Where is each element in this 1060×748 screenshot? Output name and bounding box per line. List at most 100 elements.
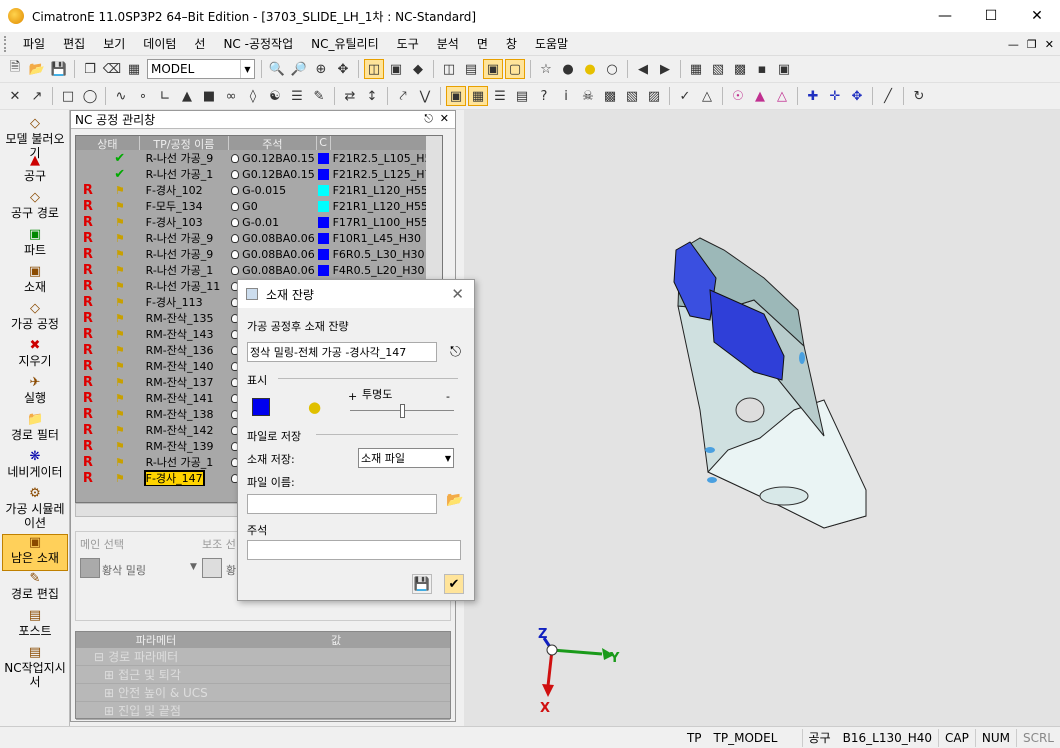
milling-type-icon[interactable] bbox=[80, 558, 100, 578]
view-cube-icon[interactable]: ◫ bbox=[364, 59, 384, 79]
menu-nc-utility[interactable]: NC_유틸리티 bbox=[302, 35, 388, 52]
mdi-close-icon[interactable]: ✕ bbox=[1045, 38, 1054, 51]
highlight-icon[interactable]: ▢ bbox=[505, 59, 525, 79]
group-filter-icon[interactable]: ☰ bbox=[287, 86, 307, 106]
zoom-icon[interactable]: ⊕ bbox=[311, 59, 331, 79]
axis-icon[interactable]: ✚ bbox=[803, 86, 823, 106]
col-status[interactable]: 상태 bbox=[76, 136, 140, 151]
bulb-yellow-icon[interactable]: ● bbox=[308, 398, 321, 416]
pick-icon[interactable]: ✕ bbox=[5, 86, 25, 106]
surface-icon[interactable]: ☉ bbox=[728, 86, 748, 106]
table-row[interactable]: R ⚑ F-경사_102 G-0.015 F21R1_L120_H55 bbox=[76, 182, 442, 198]
close-icon[interactable]: ✕ bbox=[440, 112, 449, 125]
graphics-viewport[interactable]: Z Y X bbox=[464, 110, 1060, 726]
back-arrow-icon[interactable]: ◀ bbox=[633, 59, 653, 79]
pin-icon[interactable]: ⎋ bbox=[424, 112, 433, 126]
param-row[interactable]: ⊞ 진입 및 끝점 bbox=[76, 702, 450, 720]
menu-window[interactable]: 창 bbox=[497, 35, 526, 52]
param-row[interactable]: ⊞ 안전 높이 & UCS bbox=[76, 684, 450, 702]
select-box-icon[interactable]: □ bbox=[58, 86, 78, 106]
guide-remaining-stock[interactable]: ▣ 남은 소재 bbox=[2, 534, 68, 571]
solid-alt-icon[interactable]: △ bbox=[772, 86, 792, 106]
guide-model-load[interactable]: ◇ 모델 불러오기 bbox=[2, 116, 68, 160]
render-mode-icon[interactable]: ◆ bbox=[408, 59, 428, 79]
chevron-down-icon[interactable]: ▼ bbox=[445, 454, 451, 463]
menu-edit[interactable]: 편집 bbox=[54, 35, 94, 52]
layer-icon[interactable]: ▤ bbox=[461, 59, 481, 79]
shape-icon[interactable]: △ bbox=[697, 86, 717, 106]
col-color[interactable]: C bbox=[317, 136, 331, 150]
check-model-icon[interactable]: ✓ bbox=[675, 86, 695, 106]
contour-filter-icon[interactable]: ◊ bbox=[243, 86, 263, 106]
exit-icon[interactable]: ✔ bbox=[444, 574, 464, 594]
guide-part[interactable]: ▣ 파트 bbox=[2, 227, 68, 264]
info-icon[interactable]: i bbox=[556, 86, 576, 106]
pan-icon[interactable]: ✥ bbox=[333, 59, 353, 79]
guide-toolpath[interactable]: ◇ 공구 경로 bbox=[2, 190, 68, 227]
open-folder-icon[interactable]: 📂 bbox=[27, 59, 47, 79]
sub-select-value[interactable]: 황 bbox=[226, 562, 236, 578]
transparency-slider-thumb[interactable] bbox=[400, 404, 405, 418]
table-row[interactable]: R ⚑ R-나선 가공_9 G0.08BA0.06 F6R0.5_L30_H30 bbox=[76, 246, 442, 262]
loop-filter-icon[interactable]: ∞ bbox=[221, 86, 241, 106]
save-icon[interactable]: 💾 bbox=[412, 574, 432, 594]
zoom-window-icon[interactable]: 🔎 bbox=[289, 59, 309, 79]
rotate-icon[interactable]: ↻ bbox=[909, 86, 929, 106]
face-filter-icon[interactable]: ▲ bbox=[177, 86, 197, 106]
ucs-icon[interactable]: ✛ bbox=[825, 86, 845, 106]
guide-delete[interactable]: ✖ 지우기 bbox=[2, 338, 68, 375]
list-icon[interactable]: ☰ bbox=[490, 86, 510, 106]
help-icon[interactable]: ? bbox=[534, 86, 554, 106]
point-filter-icon[interactable]: ∘ bbox=[133, 86, 153, 106]
solid-icon[interactable]: ▲ bbox=[750, 86, 770, 106]
sketch-filter-icon[interactable]: ✎ bbox=[309, 86, 329, 106]
model-combo[interactable]: MODEL ▼ bbox=[147, 59, 255, 79]
guide-nc-sheet[interactable]: ▤ NC작업지시서 bbox=[2, 645, 68, 689]
maximize-button[interactable]: ☐ bbox=[968, 0, 1014, 32]
tool-ncf-icon[interactable]: ☠ bbox=[578, 86, 598, 106]
model-icon[interactable]: ▦ bbox=[124, 59, 144, 79]
display-icon[interactable]: ▣ bbox=[483, 59, 503, 79]
measure-icon[interactable]: ▧ bbox=[708, 59, 728, 79]
table-row[interactable]: ✔ R-나선 가공_9 G0.12BA0.15 F21R2.5_L105_H55 bbox=[76, 150, 442, 166]
body-filter-icon[interactable]: ■ bbox=[199, 86, 219, 106]
close-button[interactable]: ✕ bbox=[1014, 0, 1060, 32]
stock-save-select[interactable]: 소재 파일 ▼ bbox=[358, 448, 454, 468]
param-row[interactable]: ⊞ 접근 및 퇴각 bbox=[76, 666, 450, 684]
dialog-title-bar[interactable]: 소재 잔량 ✕ bbox=[238, 280, 474, 308]
menu-help[interactable]: 도움말 bbox=[526, 35, 577, 52]
line-tool-icon[interactable]: ╱ bbox=[878, 86, 898, 106]
report-icon[interactable]: ▤ bbox=[512, 86, 532, 106]
filename-input[interactable] bbox=[247, 494, 437, 514]
guide-stock[interactable]: ▣ 소재 bbox=[2, 264, 68, 301]
menu-analysis[interactable]: 분석 bbox=[428, 35, 468, 52]
guide-procedure[interactable]: ◇ 가공 공정 bbox=[2, 301, 68, 338]
table-row[interactable]: R ⚑ F-경사_103 G-0.01 F17R1_L100_H55 bbox=[76, 214, 442, 230]
col-comment[interactable]: 주석 bbox=[229, 136, 317, 151]
close-icon[interactable]: ✕ bbox=[451, 285, 464, 303]
pick-procedure-icon[interactable]: ⎋ bbox=[450, 344, 461, 360]
table-row[interactable]: R ⚑ R-나선 가공_9 G0.08BA0.06 F10R1_L45_H30 bbox=[76, 230, 442, 246]
setup-icon[interactable]: ▩ bbox=[730, 59, 750, 79]
table-row[interactable]: R ⚑ F-모두_134 G0 F21R1_L120_H55 bbox=[76, 198, 442, 214]
part-box-icon[interactable]: ▪ bbox=[752, 59, 772, 79]
guide-execute[interactable]: ✈ 실행 bbox=[2, 375, 68, 412]
snap-icon[interactable]: ⤤ bbox=[393, 86, 413, 106]
param-row[interactable]: ⊟ 경로 파라메터 bbox=[76, 648, 450, 666]
tree-icon[interactable]: ▨ bbox=[644, 86, 664, 106]
nc-manager-icon[interactable]: ▣ bbox=[446, 86, 466, 106]
stock-nc-icon[interactable]: ▩ bbox=[600, 86, 620, 106]
menu-line[interactable]: 선 bbox=[185, 35, 214, 52]
color-swatch[interactable] bbox=[252, 398, 270, 416]
curve-filter-icon[interactable]: ∿ bbox=[111, 86, 131, 106]
col-name[interactable]: TP/공정 이름 bbox=[140, 136, 230, 151]
menu-view[interactable]: 보기 bbox=[94, 35, 134, 52]
chevron-down-icon[interactable]: ▼ bbox=[190, 562, 197, 572]
forward-arrow-icon[interactable]: ▶ bbox=[655, 59, 675, 79]
main-select-value[interactable]: 황삭 밀링 bbox=[102, 562, 146, 578]
shaded-cube-icon[interactable]: ▣ bbox=[386, 59, 406, 79]
mdi-restore-icon[interactable]: ❐ bbox=[1027, 38, 1037, 51]
guide-path-edit[interactable]: ✎ 경로 편집 bbox=[2, 571, 68, 608]
menu-face[interactable]: 면 bbox=[468, 35, 497, 52]
snap-grid-icon[interactable]: ⋁ bbox=[415, 86, 435, 106]
